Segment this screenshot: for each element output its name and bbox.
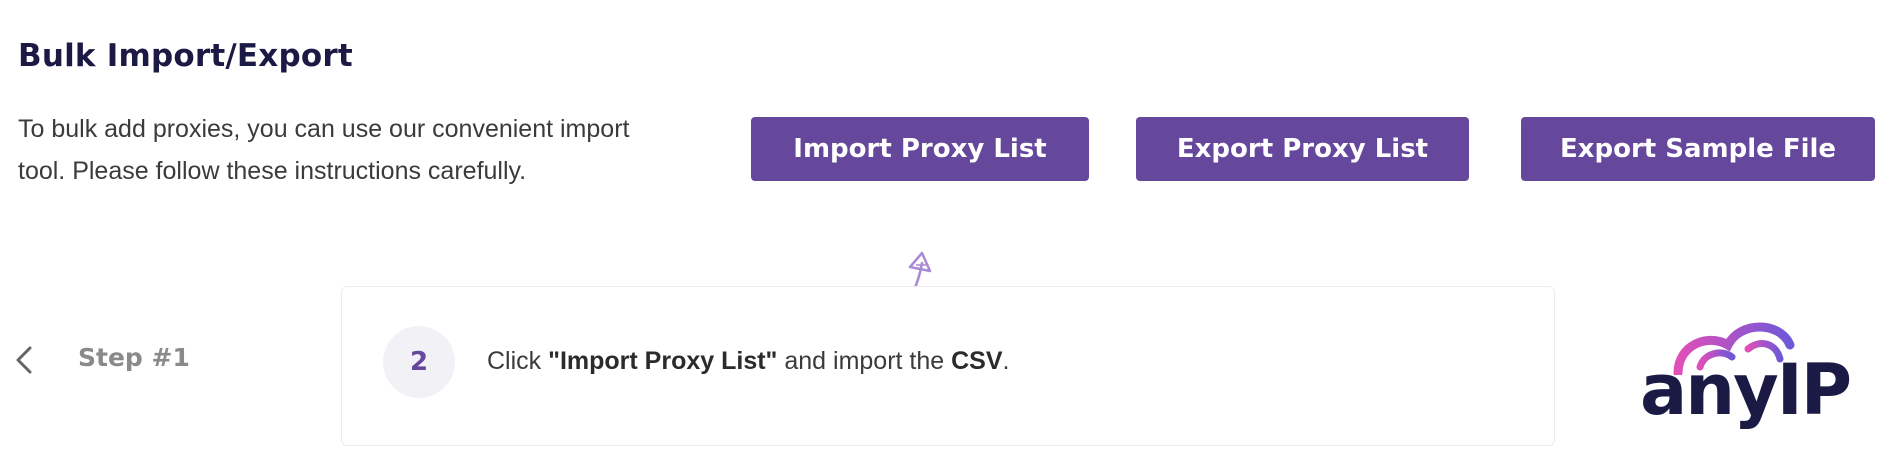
page-title: Bulk Import/Export — [18, 38, 353, 74]
import-proxy-list-button[interactable]: Import Proxy List — [751, 117, 1089, 181]
step-nav-label: Step #1 — [78, 343, 190, 372]
step-text-middle: and import the — [777, 347, 952, 375]
export-sample-file-button[interactable]: Export Sample File — [1521, 117, 1875, 181]
step-text-prefix: Click — [487, 347, 549, 375]
intro-line-1: To bulk add proxies, you can use our con… — [18, 115, 630, 143]
intro-line-2: tool. Please follow these instructions c… — [18, 157, 527, 185]
step-card: 2 Click "Import Proxy List" and import t… — [341, 286, 1555, 446]
step-text-suffix: . — [1002, 347, 1010, 375]
step-number-badge: 2 — [383, 326, 455, 398]
anyip-logo: anyIP — [1640, 315, 1852, 435]
export-proxy-list-button[interactable]: Export Proxy List — [1136, 117, 1469, 181]
step-text-csv: CSV — [951, 347, 1003, 375]
logo-wordmark: anyIP — [1640, 349, 1852, 431]
chevron-left-icon[interactable] — [10, 342, 40, 378]
step-instruction: Click "Import Proxy List" and import the… — [487, 347, 1009, 376]
step-text-import-label: "Import Proxy List" — [548, 347, 778, 375]
intro-text: To bulk add proxies, you can use our con… — [18, 108, 718, 192]
